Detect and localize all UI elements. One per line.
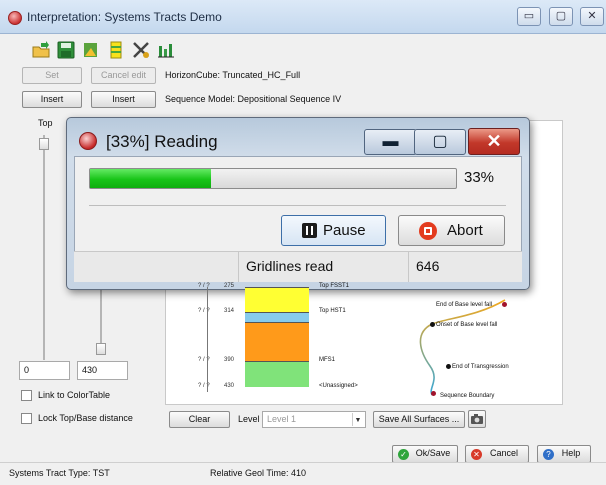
dialog-close-button[interactable]: ✕ — [468, 128, 520, 155]
open-icon[interactable] — [31, 40, 51, 60]
tools-icon[interactable] — [131, 40, 151, 60]
sequence-boundary-legend-label: Sequence Boundary — [440, 393, 495, 399]
maximize-button[interactable]: ▢ — [549, 7, 573, 26]
camera-icon — [471, 414, 483, 424]
horizoncube-label: HorizonCube: Truncated_HC_Full — [165, 70, 301, 80]
well-axis-line — [207, 287, 208, 392]
dialog-title: [33%] Reading — [106, 132, 218, 151]
save-all-surfaces-button[interactable]: Save All Surfaces ... — [373, 411, 465, 428]
level-select-value: Level 1 — [267, 414, 297, 424]
progress-percent-label: 33% — [464, 169, 495, 186]
dialog-minimize-button[interactable]: ▬ — [364, 129, 417, 155]
export-icon[interactable] — [81, 40, 101, 60]
set-button[interactable]: Set — [22, 67, 82, 84]
check-icon: ✓ — [398, 449, 409, 460]
end-base-level-fall-marker — [502, 302, 507, 307]
app-icon — [8, 11, 22, 25]
dialog-maximize-button[interactable]: ▢ — [414, 129, 466, 155]
annotation-end-transgression: End of Transgression — [452, 364, 509, 370]
sequence-model-label: Sequence Model: Depositional Sequence IV — [165, 94, 342, 104]
ok-save-button[interactable]: ✓ Ok/Save — [392, 445, 458, 463]
lock-distance-label: Lock Top/Base distance — [38, 413, 133, 423]
link-colortable-checkbox[interactable] — [21, 390, 32, 401]
surface-label[interactable]: Top FSST1 — [319, 283, 349, 289]
gridlines-read-label: Gridlines read — [246, 258, 334, 274]
top-label: Top — [38, 118, 53, 128]
depth-label: 314 — [224, 308, 235, 314]
layer-tst[interactable] — [245, 322, 309, 361]
onset-base-level-fall-marker — [430, 322, 435, 327]
clear-button[interactable]: Clear — [169, 411, 230, 428]
layer-hst[interactable] — [245, 312, 309, 322]
top-slider-track[interactable] — [43, 135, 45, 360]
surface-label[interactable]: MFS1 — [319, 357, 335, 363]
window-title: Interpretation: Systems Tracts Demo — [27, 10, 222, 24]
depth-label: 390 — [224, 357, 235, 363]
minimize-button[interactable]: ▭ — [517, 7, 541, 26]
cancel-button[interactable]: ✕ Cancel — [465, 445, 529, 463]
insert-button-1[interactable]: Insert — [22, 91, 82, 108]
progress-bar-fill — [90, 169, 211, 188]
dialog-app-icon — [79, 132, 97, 150]
level-label: Level — [238, 414, 260, 424]
abort-label: Abort — [447, 222, 483, 239]
close-button[interactable]: ✕ — [580, 7, 604, 26]
surface-label[interactable]: <Unassigned> — [319, 383, 358, 389]
help-button[interactable]: ? Help — [537, 445, 591, 463]
link-colortable-label: Link to ColorTable — [38, 390, 111, 400]
layer-fsst[interactable] — [245, 287, 309, 312]
base-slider-handle[interactable] — [96, 343, 106, 355]
annotation-onset-base-level-fall: Onset of Base level fall — [436, 322, 498, 328]
abort-button[interactable]: Abort — [398, 215, 505, 246]
end-transgression-marker — [446, 364, 451, 369]
depth-label: 430 — [224, 383, 235, 389]
pause-button[interactable]: Pause — [281, 215, 386, 246]
level-select[interactable]: Level 1 ▼ — [262, 411, 366, 428]
surface-label[interactable]: Top HST1 — [319, 308, 346, 314]
dialog-status-divider-2 — [408, 251, 409, 282]
annotation-end-base-level-fall: End of Base level fall — [436, 302, 493, 308]
table-icon[interactable] — [106, 40, 126, 60]
dialog-status-divider — [238, 251, 239, 282]
layer-lst[interactable] — [245, 361, 309, 387]
top-value-field[interactable]: 0 — [19, 361, 70, 380]
abort-icon — [419, 222, 437, 240]
gridlines-read-value: 646 — [416, 258, 440, 274]
cancel-label: Cancel — [489, 448, 518, 458]
cancel-icon: ✕ — [471, 449, 482, 460]
chart-icon[interactable] — [156, 40, 176, 60]
relative-geol-time-status: Relative Geol Time: 410 — [210, 468, 307, 478]
depth-label: 275 — [224, 283, 235, 289]
camera-button[interactable] — [468, 410, 486, 428]
save-icon[interactable] — [56, 40, 76, 60]
systems-tract-type-status: Systems Tract Type: TST — [9, 468, 110, 478]
insert-button-2[interactable]: Insert — [91, 91, 156, 108]
top-slider-handle[interactable] — [39, 138, 49, 150]
cancel-edit-button[interactable]: Cancel edit — [91, 67, 156, 84]
help-icon: ? — [543, 449, 554, 460]
base-value-field[interactable]: 430 — [77, 361, 128, 380]
toolbar — [31, 38, 211, 62]
pause-label: Pause — [323, 222, 366, 239]
help-label: Help — [561, 448, 581, 458]
ok-save-label: Ok/Save — [415, 448, 451, 458]
dialog-separator — [89, 205, 506, 206]
lock-distance-checkbox[interactable] — [21, 413, 32, 424]
sequence-boundary-legend-marker — [431, 391, 436, 396]
chevron-down-icon[interactable]: ▼ — [352, 413, 363, 426]
pause-icon — [302, 223, 317, 238]
